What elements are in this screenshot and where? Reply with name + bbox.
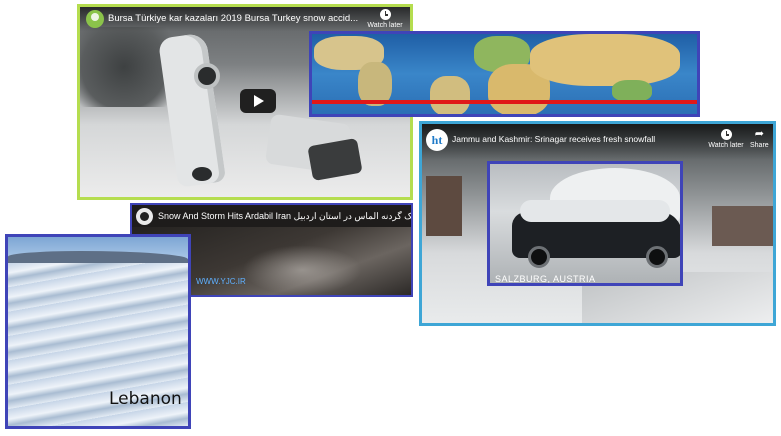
photo-lebanon: Lebanon <box>5 234 191 429</box>
photo-salzburg: SALZBURG, AUSTRIA <box>487 161 683 286</box>
video-title[interactable]: Jammu and Kashmir: Srinagar receives fre… <box>452 134 712 144</box>
land-southeast-asia <box>612 80 652 102</box>
watch-later-label: Watch later <box>708 142 744 149</box>
world-map-image <box>309 31 700 117</box>
watch-later-button[interactable]: Watch later <box>361 9 409 29</box>
clock-icon <box>720 129 732 140</box>
location-label: SALZBURG, AUSTRIA <box>495 274 596 284</box>
video-title[interactable]: Bursa Türkiye kar kazaları 2019 Bursa Tu… <box>108 13 358 24</box>
watch-later-button[interactable]: Watch later <box>704 129 748 149</box>
watermark-url: WWW.YJC.IR <box>196 277 246 286</box>
share-button[interactable]: ➦ Share <box>750 128 769 150</box>
channel-avatar-icon[interactable] <box>136 208 153 225</box>
share-label: Share <box>750 142 769 149</box>
car-snow <box>520 200 670 222</box>
share-icon: ➦ <box>754 128 764 140</box>
building <box>712 206 773 246</box>
channel-avatar-icon[interactable]: ht <box>426 129 448 151</box>
car-wheel <box>646 246 668 268</box>
clock-icon <box>379 9 391 20</box>
play-icon[interactable] <box>240 89 276 113</box>
car-wheel <box>528 246 550 268</box>
equator-line <box>312 100 697 104</box>
land-south-america <box>430 76 470 114</box>
channel-avatar-icon[interactable] <box>86 10 104 28</box>
land-asia <box>530 34 680 86</box>
building <box>426 176 462 236</box>
snow-haze <box>242 245 362 295</box>
location-label: Lebanon <box>109 389 182 409</box>
car-wheel <box>194 63 220 89</box>
car-wheel <box>192 167 212 181</box>
watch-later-label: Watch later <box>367 22 403 29</box>
video-title[interactable]: Snow And Storm Hits Ardabil Iran یک گردن… <box>158 211 411 222</box>
